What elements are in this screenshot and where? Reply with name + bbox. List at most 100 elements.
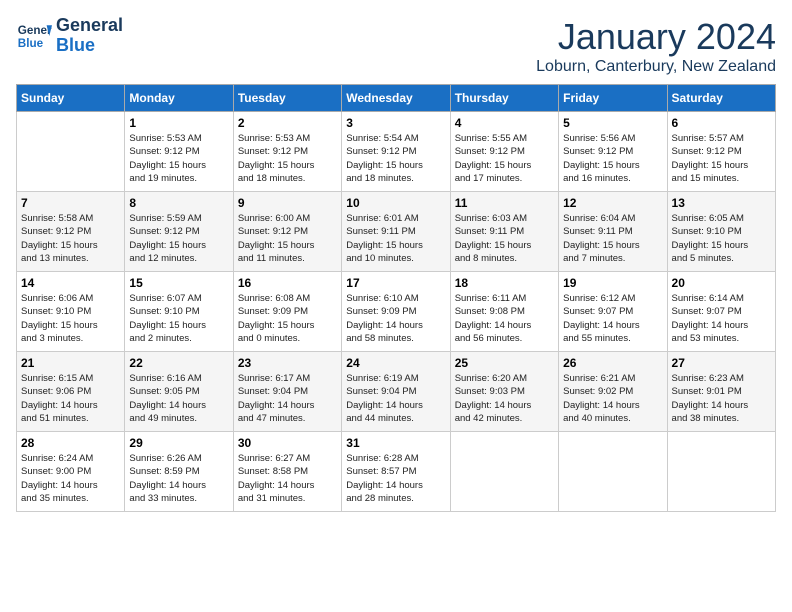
cell-info: Sunrise: 6:10 AM Sunset: 9:09 PM Dayligh… [346, 292, 445, 345]
calendar-cell [667, 432, 775, 512]
cell-info: Sunrise: 6:08 AM Sunset: 9:09 PM Dayligh… [238, 292, 337, 345]
svg-text:Blue: Blue [18, 37, 44, 50]
calendar-cell: 13 Sunrise: 6:05 AM Sunset: 9:10 PM Dayli… [667, 192, 775, 272]
calendar-cell: 18 Sunrise: 6:11 AM Sunset: 9:08 PM Dayli… [450, 272, 558, 352]
calendar-cell: 9Sunrise: 6:00 AM Sunset: 9:12 PM Daylig… [233, 192, 341, 272]
cell-info: Sunrise: 6:14 AM Sunset: 9:07 PM Dayligh… [672, 292, 771, 345]
day-number: 31 [346, 436, 445, 450]
cell-info: Sunrise: 5:53 AM Sunset: 9:12 PM Dayligh… [238, 132, 337, 185]
day-number: 10 [346, 196, 445, 210]
cell-info: Sunrise: 5:58 AM Sunset: 9:12 PM Dayligh… [21, 212, 120, 265]
calendar-cell: 19Sunrise: 6:12 AM Sunset: 9:07 PM Dayli… [559, 272, 667, 352]
cell-info: Sunrise: 5:54 AM Sunset: 9:12 PM Dayligh… [346, 132, 445, 185]
day-number: 16 [238, 276, 337, 290]
calendar-cell: 22Sunrise: 6:16 AM Sunset: 9:05 PM Dayli… [125, 352, 233, 432]
day-header-thursday: Thursday [450, 85, 558, 112]
calendar-cell [450, 432, 558, 512]
day-number: 19 [563, 276, 662, 290]
day-header-friday: Friday [559, 85, 667, 112]
calendar-cell: 17Sunrise: 6:10 AM Sunset: 9:09 PM Dayli… [342, 272, 450, 352]
calendar-table: SundayMondayTuesdayWednesdayThursdayFrid… [16, 84, 776, 512]
cell-info: Sunrise: 5:53 AM Sunset: 9:12 PM Dayligh… [129, 132, 228, 185]
cell-info: Sunrise: 6:19 AM Sunset: 9:04 PM Dayligh… [346, 372, 445, 425]
calendar-cell: 20 Sunrise: 6:14 AM Sunset: 9:07 PM Dayli… [667, 272, 775, 352]
cell-info: Sunrise: 6:20 AM Sunset: 9:03 PM Dayligh… [455, 372, 554, 425]
calendar-cell: 15Sunrise: 6:07 AM Sunset: 9:10 PM Dayli… [125, 272, 233, 352]
calendar-cell: 7Sunrise: 5:58 AM Sunset: 9:12 PM Daylig… [17, 192, 125, 272]
calendar-cell: 12Sunrise: 6:04 AM Sunset: 9:11 PM Dayli… [559, 192, 667, 272]
cell-info: Sunrise: 6:04 AM Sunset: 9:11 PM Dayligh… [563, 212, 662, 265]
calendar-cell [559, 432, 667, 512]
cell-info: Sunrise: 6:06 AM Sunset: 9:10 PM Dayligh… [21, 292, 120, 345]
day-number: 23 [238, 356, 337, 370]
calendar-cell: 11 Sunrise: 6:03 AM Sunset: 9:11 PM Dayli… [450, 192, 558, 272]
calendar-cell: 24 Sunrise: 6:19 AM Sunset: 9:04 PM Dayli… [342, 352, 450, 432]
cell-info: Sunrise: 6:26 AM Sunset: 8:59 PM Dayligh… [129, 452, 228, 505]
day-number: 1 [129, 116, 228, 130]
day-number: 30 [238, 436, 337, 450]
cell-info: Sunrise: 6:01 AM Sunset: 9:11 PM Dayligh… [346, 212, 445, 265]
calendar-cell: 21 Sunrise: 6:15 AM Sunset: 9:06 PM Dayli… [17, 352, 125, 432]
day-number: 9 [238, 196, 337, 210]
day-number: 21 [21, 356, 120, 370]
cell-info: Sunrise: 5:56 AM Sunset: 9:12 PM Dayligh… [563, 132, 662, 185]
cell-info: Sunrise: 5:57 AM Sunset: 9:12 PM Dayligh… [672, 132, 771, 185]
calendar-cell: 8 Sunrise: 5:59 AM Sunset: 9:12 PM Daylig… [125, 192, 233, 272]
calendar-cell: 23 Sunrise: 6:17 AM Sunset: 9:04 PM Dayli… [233, 352, 341, 432]
calendar-cell: 29 Sunrise: 6:26 AM Sunset: 8:59 PM Dayli… [125, 432, 233, 512]
day-number: 5 [563, 116, 662, 130]
cell-info: Sunrise: 6:27 AM Sunset: 8:58 PM Dayligh… [238, 452, 337, 505]
logo-text-blue: Blue [56, 36, 123, 56]
day-number: 14 [21, 276, 120, 290]
calendar-cell: 3 Sunrise: 5:54 AM Sunset: 9:12 PM Daylig… [342, 112, 450, 192]
calendar-cell: 10 Sunrise: 6:01 AM Sunset: 9:11 PM Dayli… [342, 192, 450, 272]
month-title: January 2024 [536, 16, 776, 58]
calendar-cell: 4Sunrise: 5:55 AM Sunset: 9:12 PM Daylig… [450, 112, 558, 192]
cell-info: Sunrise: 6:03 AM Sunset: 9:11 PM Dayligh… [455, 212, 554, 265]
calendar-header-row: SundayMondayTuesdayWednesdayThursdayFrid… [17, 85, 776, 112]
day-number: 13 [672, 196, 771, 210]
calendar-cell [17, 112, 125, 192]
calendar-cell: 5 Sunrise: 5:56 AM Sunset: 9:12 PM Daylig… [559, 112, 667, 192]
cell-info: Sunrise: 6:11 AM Sunset: 9:08 PM Dayligh… [455, 292, 554, 345]
cell-info: Sunrise: 6:23 AM Sunset: 9:01 PM Dayligh… [672, 372, 771, 425]
day-number: 3 [346, 116, 445, 130]
calendar-cell: 6 Sunrise: 5:57 AM Sunset: 9:12 PM Daylig… [667, 112, 775, 192]
calendar-cell: 30 Sunrise: 6:27 AM Sunset: 8:58 PM Dayli… [233, 432, 341, 512]
day-number: 24 [346, 356, 445, 370]
day-number: 6 [672, 116, 771, 130]
day-header-tuesday: Tuesday [233, 85, 341, 112]
day-number: 11 [455, 196, 554, 210]
cell-info: Sunrise: 6:17 AM Sunset: 9:04 PM Dayligh… [238, 372, 337, 425]
day-header-wednesday: Wednesday [342, 85, 450, 112]
cell-info: Sunrise: 6:15 AM Sunset: 9:06 PM Dayligh… [21, 372, 120, 425]
day-number: 4 [455, 116, 554, 130]
location-title: Loburn, Canterbury, New Zealand [536, 58, 776, 76]
calendar-cell: 2Sunrise: 5:53 AM Sunset: 9:12 PM Daylig… [233, 112, 341, 192]
cell-info: Sunrise: 5:59 AM Sunset: 9:12 PM Dayligh… [129, 212, 228, 265]
calendar-cell: 26 Sunrise: 6:21 AM Sunset: 9:02 PM Dayli… [559, 352, 667, 432]
day-number: 26 [563, 356, 662, 370]
day-number: 8 [129, 196, 228, 210]
calendar-cell: 27 Sunrise: 6:23 AM Sunset: 9:01 PM Dayli… [667, 352, 775, 432]
day-number: 28 [21, 436, 120, 450]
day-number: 20 [672, 276, 771, 290]
day-number: 29 [129, 436, 228, 450]
day-header-sunday: Sunday [17, 85, 125, 112]
day-number: 27 [672, 356, 771, 370]
calendar-cell: 31Sunrise: 6:28 AM Sunset: 8:57 PM Dayli… [342, 432, 450, 512]
calendar-week-row: 28 Sunrise: 6:24 AM Sunset: 9:00 PM Dayli… [17, 432, 776, 512]
cell-info: Sunrise: 6:05 AM Sunset: 9:10 PM Dayligh… [672, 212, 771, 265]
day-number: 18 [455, 276, 554, 290]
page-header: General Blue General Blue January 2024 L… [16, 16, 776, 76]
cell-info: Sunrise: 6:24 AM Sunset: 9:00 PM Dayligh… [21, 452, 120, 505]
calendar-cell: 1 Sunrise: 5:53 AM Sunset: 9:12 PM Daylig… [125, 112, 233, 192]
cell-info: Sunrise: 6:07 AM Sunset: 9:10 PM Dayligh… [129, 292, 228, 345]
calendar-cell: 16 Sunrise: 6:08 AM Sunset: 9:09 PM Dayli… [233, 272, 341, 352]
cell-info: Sunrise: 6:21 AM Sunset: 9:02 PM Dayligh… [563, 372, 662, 425]
calendar-week-row: 21 Sunrise: 6:15 AM Sunset: 9:06 PM Dayli… [17, 352, 776, 432]
calendar-cell: 25 Sunrise: 6:20 AM Sunset: 9:03 PM Dayli… [450, 352, 558, 432]
day-number: 25 [455, 356, 554, 370]
calendar-cell: 14 Sunrise: 6:06 AM Sunset: 9:10 PM Dayli… [17, 272, 125, 352]
calendar-week-row: 1 Sunrise: 5:53 AM Sunset: 9:12 PM Daylig… [17, 112, 776, 192]
